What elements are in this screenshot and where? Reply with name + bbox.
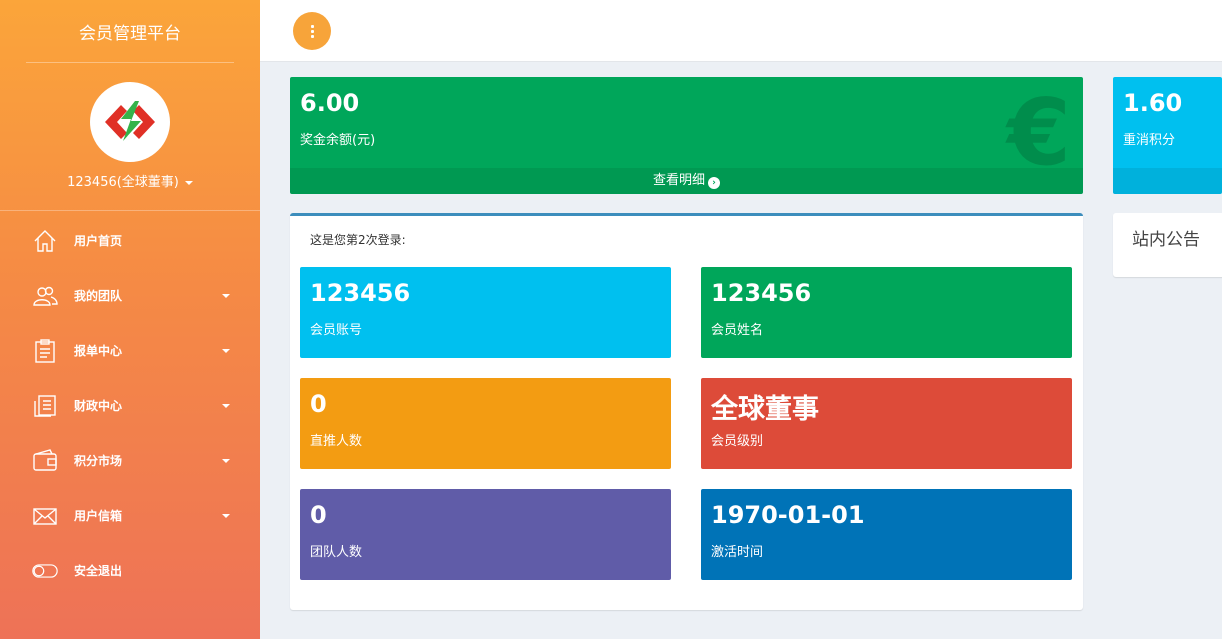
points-box: 1.60 重消积分 xyxy=(1113,77,1222,194)
tile-value: 123456 xyxy=(711,279,812,307)
tile-member-level: 全球董事 会员级别 xyxy=(701,378,1072,469)
member-info-panel: 这是您第2次登录: 123456 会员账号 123456 会员姓名 0 直推人数… xyxy=(290,213,1083,610)
tile-value: 1970-01-01 xyxy=(711,501,865,529)
sidebar-item-logout[interactable]: 安全退出 xyxy=(0,543,260,598)
tile-label: 会员级别 xyxy=(711,434,764,449)
tile-value: 123456 xyxy=(310,279,411,307)
caret-down-icon xyxy=(222,404,230,408)
user-dropdown[interactable]: 123456(全球董事) xyxy=(0,171,260,191)
sidebar-menu: 用户首页 我的团队 报单中心 财政中心 积分市场 用户信箱 安全退出 xyxy=(0,211,260,598)
clipboard-icon xyxy=(32,338,58,364)
ledger-icon xyxy=(32,393,58,419)
sidebar-item-finance[interactable]: 财政中心 xyxy=(0,378,260,433)
envelope-icon xyxy=(32,503,58,529)
vertical-dots-icon xyxy=(310,24,314,38)
tile-team-size: 0 团队人数 xyxy=(300,489,671,580)
tile-label: 直推人数 xyxy=(310,434,363,449)
sidebar-item-orders[interactable]: 报单中心 xyxy=(0,323,260,378)
bonus-balance-box: 6.00 奖金余额(元) € 查看明细 › xyxy=(290,77,1083,194)
sidebar-item-label: 用户首页 xyxy=(74,234,123,248)
sidebar-item-home[interactable]: 用户首页 xyxy=(0,213,260,268)
sidebar-item-team[interactable]: 我的团队 xyxy=(0,268,260,323)
sidebar-item-label: 我的团队 xyxy=(74,289,123,303)
tile-label: 会员账号 xyxy=(310,323,363,338)
points-footer[interactable] xyxy=(1113,168,1222,194)
tile-direct-referrals: 0 直推人数 xyxy=(300,378,671,469)
view-details-label: 查看明细 xyxy=(652,173,705,188)
menu-toggle-button[interactable] xyxy=(293,12,331,50)
tile-activation-date: 1970-01-01 激活时间 xyxy=(701,489,1072,580)
home-icon xyxy=(32,228,58,254)
sidebar-item-mailbox[interactable]: 用户信箱 xyxy=(0,488,260,543)
sidebar-item-points-market[interactable]: 积分市场 xyxy=(0,433,260,488)
view-details-link[interactable]: 查看明细 › xyxy=(290,168,1083,194)
sidebar-item-label: 用户信箱 xyxy=(74,509,123,523)
tile-label: 激活时间 xyxy=(711,545,764,560)
tile-value: 0 xyxy=(310,390,327,418)
points-value: 1.60 xyxy=(1123,89,1183,117)
login-count-text: 这是您第2次登录: xyxy=(310,233,406,247)
brand-title: 会员管理平台 xyxy=(79,23,181,44)
tile-value: 全球董事 xyxy=(711,394,819,425)
tile-label: 会员姓名 xyxy=(711,323,764,338)
sidebar-item-label: 安全退出 xyxy=(74,564,123,578)
tile-name: 123456 会员姓名 xyxy=(701,267,1072,358)
caret-down-icon xyxy=(222,349,230,353)
users-icon xyxy=(32,283,58,309)
logo-icon xyxy=(99,91,161,153)
points-label: 重消积分 xyxy=(1123,133,1176,148)
arrow-circle-right-icon: › xyxy=(708,177,720,189)
caret-down-icon xyxy=(222,459,230,463)
tile-account: 123456 会员账号 xyxy=(300,267,671,358)
notice-title: 站内公告 xyxy=(1132,230,1200,250)
caret-down-icon xyxy=(222,294,230,298)
toggle-icon xyxy=(32,558,58,584)
sidebar-item-label: 积分市场 xyxy=(74,454,123,468)
sidebar-item-label: 财政中心 xyxy=(74,399,123,413)
avatar xyxy=(90,82,170,162)
top-bar xyxy=(260,0,1222,62)
caret-down-icon xyxy=(184,180,193,185)
divider xyxy=(26,62,234,63)
site-notice-panel: 站内公告 xyxy=(1113,213,1222,277)
tile-value: 0 xyxy=(310,501,327,529)
bonus-value: 6.00 xyxy=(300,89,360,117)
euro-icon: € xyxy=(1006,79,1071,186)
bonus-label: 奖金余额(元) xyxy=(300,133,376,148)
caret-down-icon xyxy=(222,514,230,518)
sidebar: 会员管理平台 123456(全球董事) 用户首页 我的团队 报单中心 财政中心 … xyxy=(0,0,260,639)
user-name: 123456(全球董事) xyxy=(67,175,179,190)
wallet-icon xyxy=(32,448,58,474)
sidebar-item-label: 报单中心 xyxy=(74,344,123,358)
tile-label: 团队人数 xyxy=(310,545,363,560)
